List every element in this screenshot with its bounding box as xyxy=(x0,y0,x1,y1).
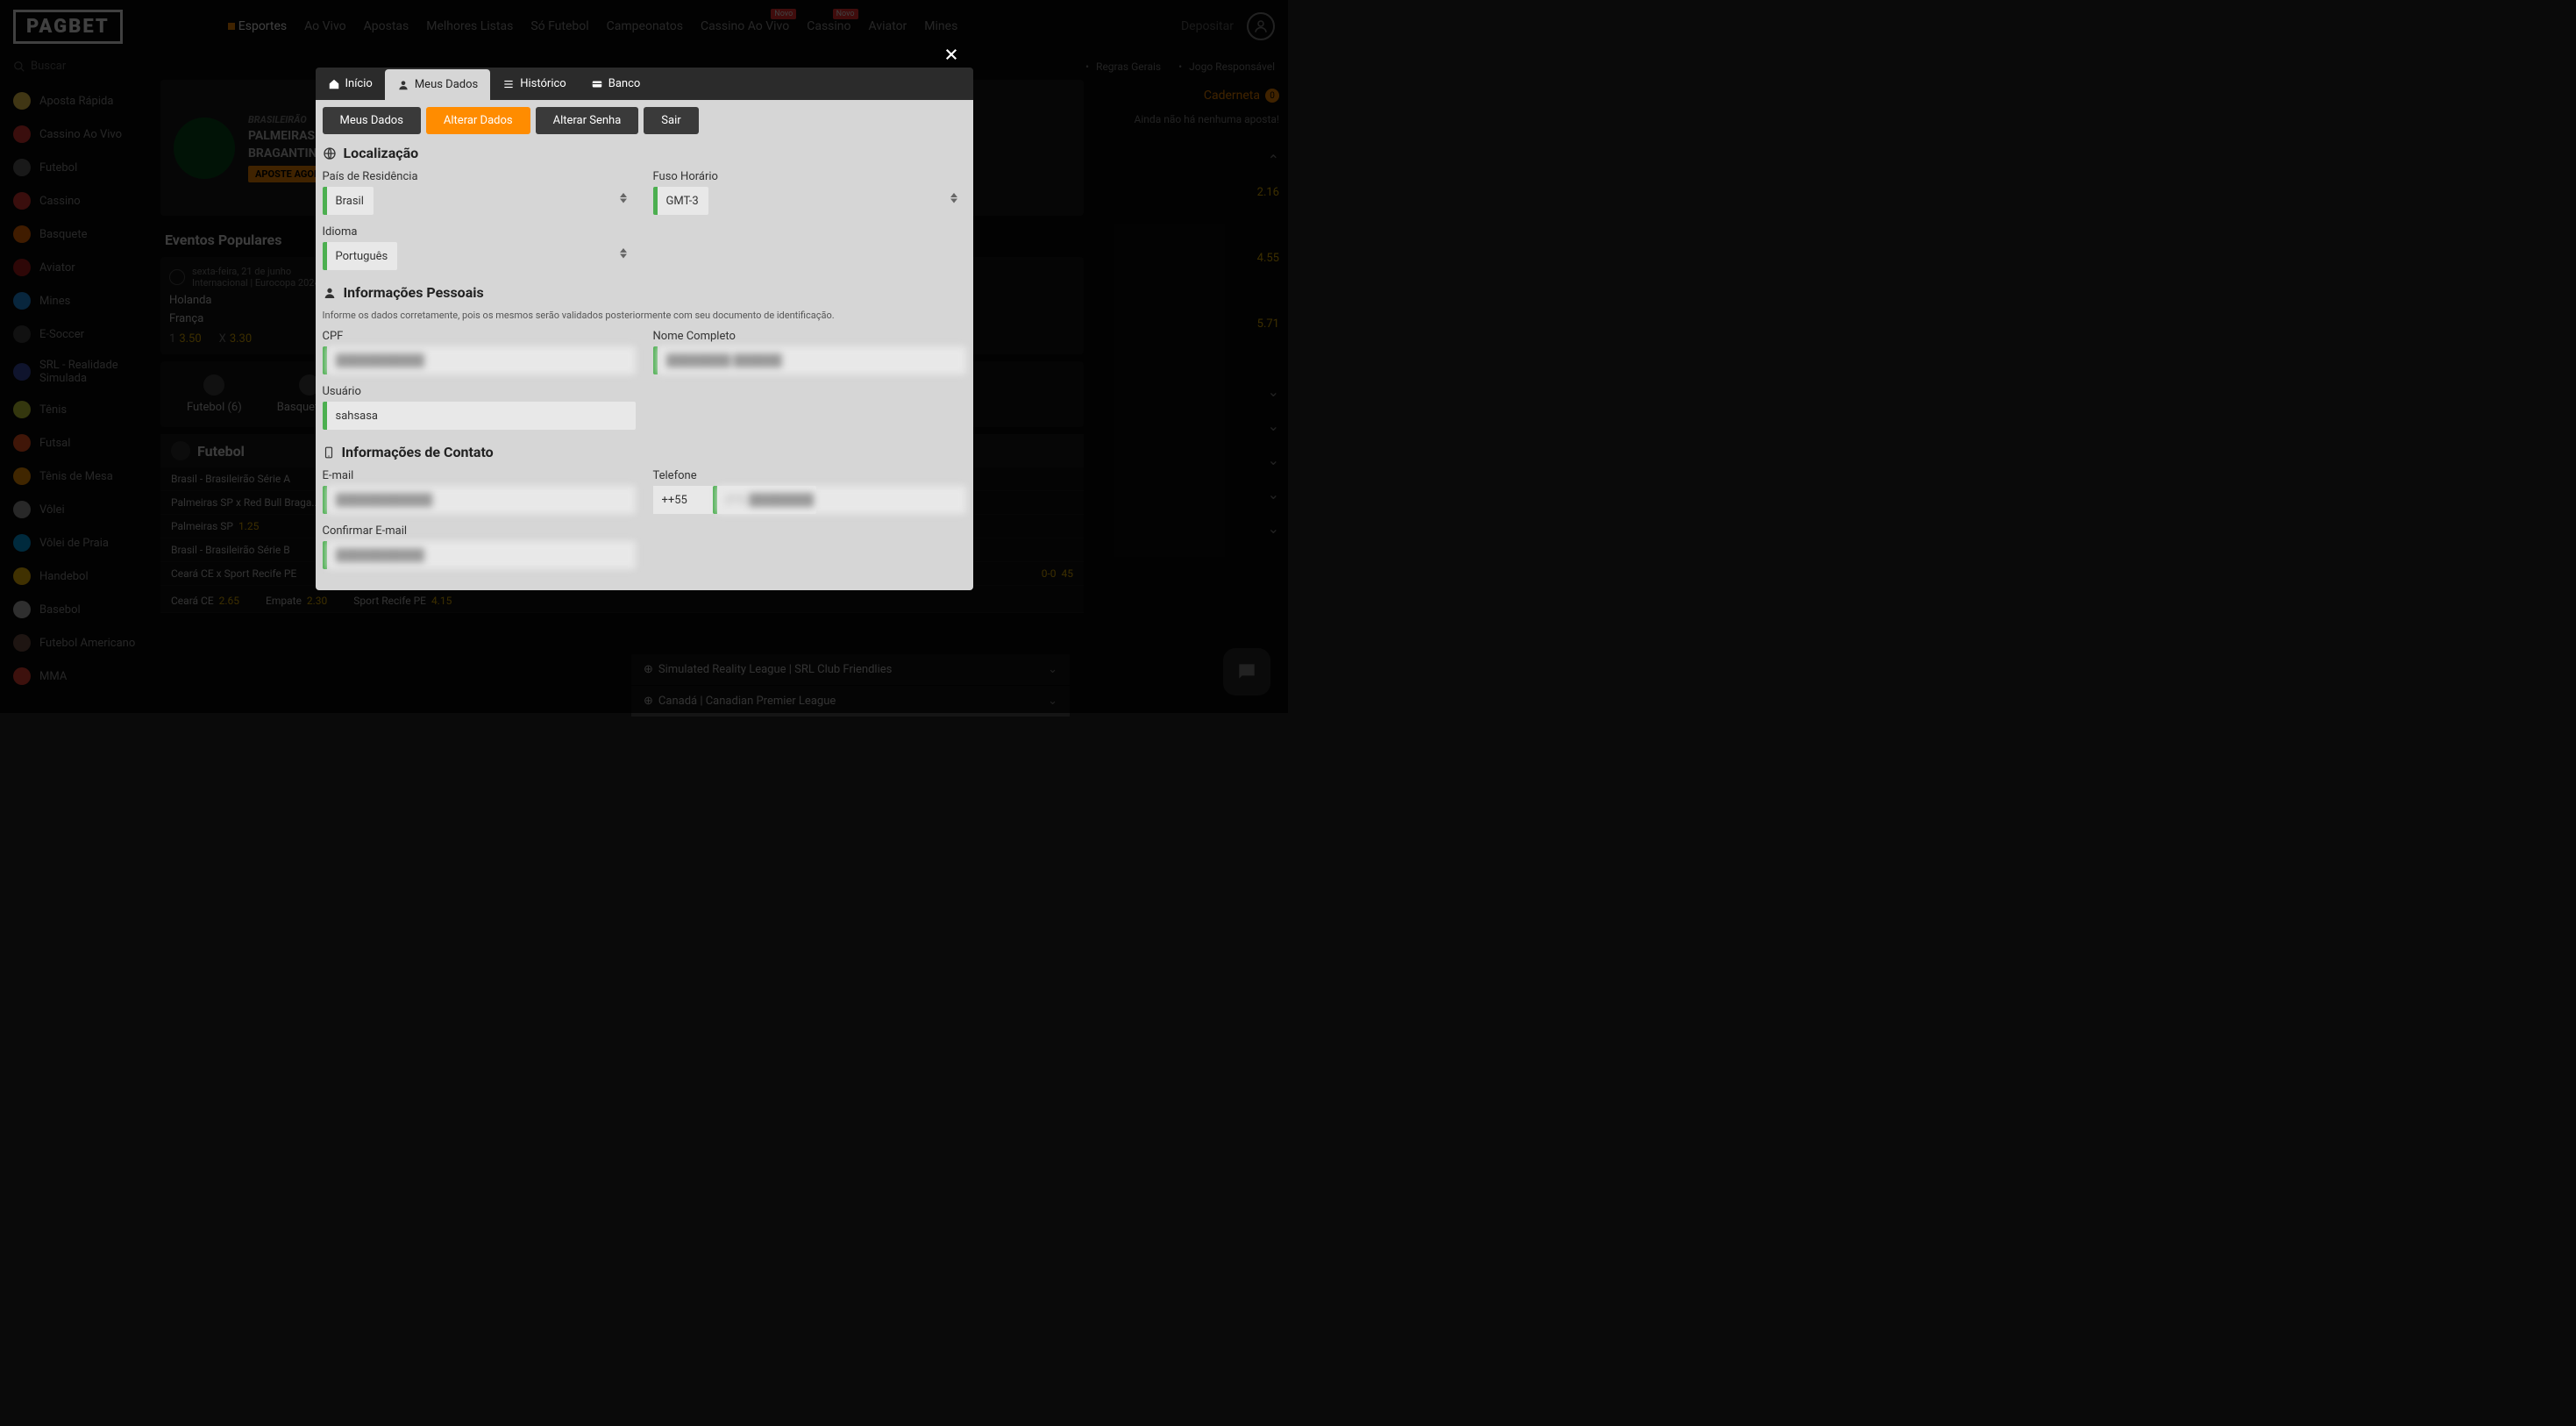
account-modal: Início Meus Dados Histórico Banco Meus D… xyxy=(316,68,973,590)
label-pais: País de Residência xyxy=(323,170,636,183)
subtab-alterar-senha[interactable]: Alterar Senha xyxy=(536,107,639,134)
section-pessoais: Informações Pessoais xyxy=(323,284,966,301)
tab-banco[interactable]: Banco xyxy=(579,68,653,100)
input-phone[interactable] xyxy=(717,486,966,514)
section-contato: Informações de Contato xyxy=(323,444,966,460)
input-email[interactable] xyxy=(327,486,636,514)
tab-inicio[interactable]: Início xyxy=(316,68,385,100)
input-usuario[interactable] xyxy=(327,402,636,430)
label-confirm-email: Confirmar E-mail xyxy=(323,524,636,538)
input-nome[interactable] xyxy=(658,346,966,374)
list-icon xyxy=(502,78,515,90)
select-pais[interactable]: Brasil xyxy=(327,187,374,215)
input-cpf[interactable] xyxy=(327,346,636,374)
tab-meus-dados[interactable]: Meus Dados xyxy=(385,69,490,100)
home-icon xyxy=(328,78,340,90)
close-button[interactable] xyxy=(941,44,962,65)
input-confirm-email[interactable] xyxy=(327,541,636,569)
label-idioma: Idioma xyxy=(323,225,636,239)
subtab-meus-dados[interactable]: Meus Dados xyxy=(323,107,421,134)
tab-historico[interactable]: Histórico xyxy=(490,68,578,100)
label-telefone: Telefone xyxy=(653,469,966,482)
user-icon xyxy=(397,79,409,91)
globe-icon xyxy=(323,146,337,160)
modal-tabs: Início Meus Dados Histórico Banco xyxy=(316,68,973,100)
label-usuario: Usuário xyxy=(323,385,636,398)
subtab-sair[interactable]: Sair xyxy=(644,107,698,134)
card-icon xyxy=(591,78,603,90)
user-icon xyxy=(323,286,337,300)
personal-note: Informe os dados corretamente, pois os m… xyxy=(323,310,966,321)
label-cpf: CPF xyxy=(323,330,636,343)
label-email: E-mail xyxy=(323,469,636,482)
select-fuso[interactable]: GMT-3 xyxy=(658,187,708,215)
select-idioma[interactable]: Português xyxy=(327,242,397,270)
sub-tabs: Meus Dados Alterar Dados Alterar Senha S… xyxy=(323,107,966,134)
phone-icon xyxy=(323,446,335,460)
close-icon xyxy=(943,46,959,62)
label-fuso: Fuso Horário xyxy=(653,170,966,183)
subtab-alterar-dados[interactable]: Alterar Dados xyxy=(426,107,530,134)
label-nome: Nome Completo xyxy=(653,330,966,343)
section-localizacao: Localização xyxy=(323,145,966,161)
